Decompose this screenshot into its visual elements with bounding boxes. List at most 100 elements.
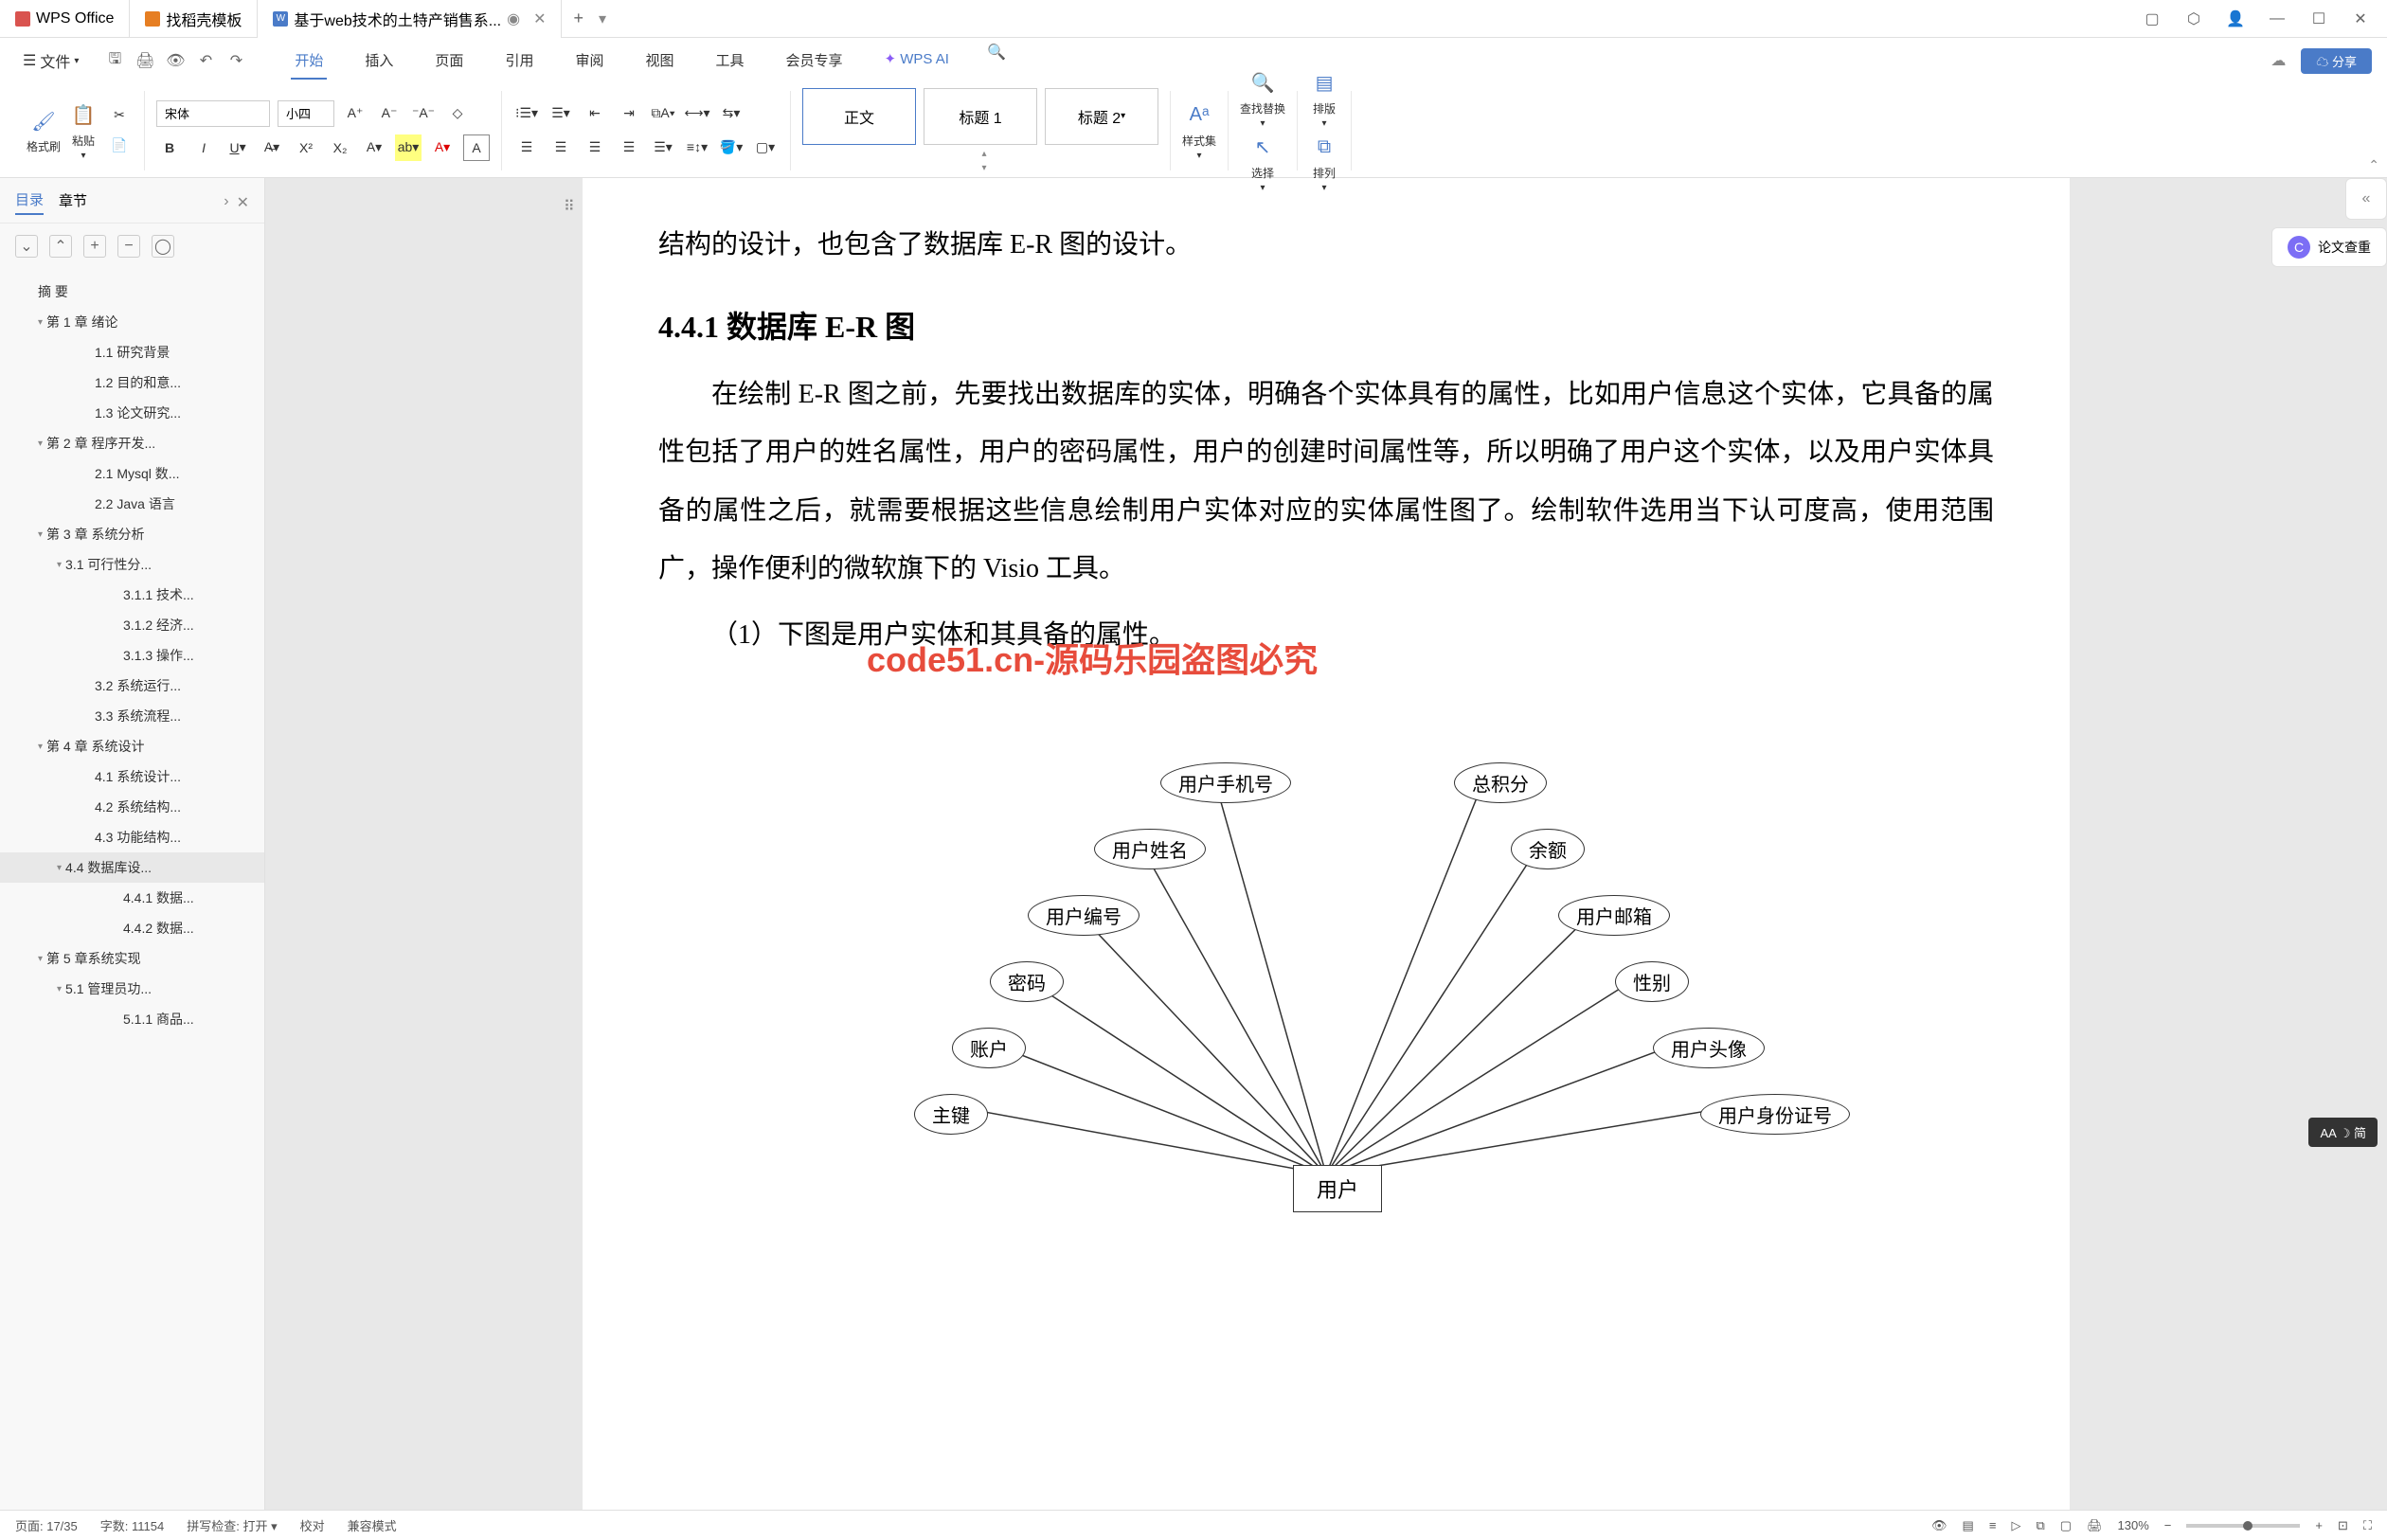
search-icon[interactable]: 🔍 bbox=[987, 43, 1006, 62]
tab-reference[interactable]: 引用 bbox=[501, 43, 537, 80]
toc-item[interactable]: ▾第 1 章 绪论 bbox=[0, 307, 264, 337]
toc-item[interactable]: ▾3.1 可行性分... bbox=[0, 549, 264, 580]
zoom-label[interactable]: 130% bbox=[2118, 1518, 2149, 1532]
bullet-list-button[interactable]: ⁝☰▾ bbox=[513, 100, 540, 127]
tab-button[interactable]: ⇆▾ bbox=[718, 100, 745, 127]
character-shading-button[interactable]: A bbox=[463, 134, 490, 161]
tool-collapse-icon[interactable]: ⌄ bbox=[15, 235, 38, 258]
toc-item[interactable]: 3.3 系统流程... bbox=[0, 701, 264, 731]
dropdown-icon[interactable]: ▾ bbox=[599, 9, 606, 28]
style-heading2[interactable]: 标题 2 ▾ bbox=[1045, 88, 1158, 145]
align-justify-button[interactable]: ☰ bbox=[616, 134, 642, 161]
tool-toggle-icon[interactable]: ◯ bbox=[152, 235, 174, 258]
nav-next-icon[interactable]: › bbox=[224, 193, 228, 212]
fit-width-icon[interactable]: ⊡ bbox=[2338, 1518, 2348, 1533]
toc-item[interactable]: 3.1.1 技术... bbox=[0, 580, 264, 610]
tab-wps-office[interactable]: WPS Office bbox=[0, 0, 130, 38]
toc-item[interactable]: 4.4.1 数据... bbox=[0, 883, 264, 913]
tool-remove-icon[interactable]: − bbox=[117, 235, 140, 258]
format-painter-button[interactable]: 🖌 格式刷 bbox=[27, 106, 61, 154]
toc-item[interactable]: ▾第 5 章系统实现 bbox=[0, 943, 264, 974]
icon-1[interactable]: ▢ bbox=[2141, 8, 2163, 30]
toc-item[interactable]: 4.4.2 数据... bbox=[0, 913, 264, 943]
proof-status[interactable]: 校对 bbox=[300, 1516, 325, 1534]
file-menu[interactable]: ☰ 文件 ▾ bbox=[15, 45, 86, 76]
align-center-button[interactable]: ☰ bbox=[547, 134, 574, 161]
view-outline-icon[interactable]: ⧉ bbox=[2036, 1518, 2044, 1533]
toc-expand-icon[interactable]: ▾ bbox=[57, 984, 62, 994]
underline-button[interactable]: U▾ bbox=[224, 134, 251, 161]
toc-item[interactable]: ▾第 4 章 系统设计 bbox=[0, 731, 264, 761]
tab-templates[interactable]: 找稻壳模板 bbox=[130, 0, 258, 38]
tab-member[interactable]: 会员专享 bbox=[782, 43, 847, 80]
ribbon-collapse-icon[interactable]: ⌃ bbox=[2368, 157, 2379, 173]
toc-item[interactable]: ▾4.4 数据库设... bbox=[0, 852, 264, 883]
toc-expand-icon[interactable]: ▾ bbox=[57, 863, 62, 873]
fullscreen-icon[interactable]: ⛶ bbox=[2363, 1518, 2372, 1533]
undo-icon[interactable]: ↶ bbox=[196, 51, 215, 70]
sidebar-close-icon[interactable]: ✕ bbox=[237, 193, 249, 212]
toc-item[interactable]: 2.1 Mysql 数... bbox=[0, 458, 264, 489]
cloud-icon[interactable]: ☁ bbox=[2270, 51, 2286, 70]
highlight-button[interactable]: ab▾ bbox=[395, 134, 422, 161]
toc-item[interactable]: ▾第 3 章 系统分析 bbox=[0, 519, 264, 549]
style-down-icon[interactable]: ▾ bbox=[982, 163, 987, 173]
style-normal[interactable]: 正文 bbox=[802, 88, 916, 145]
view-read-icon[interactable]: ≡ bbox=[1989, 1518, 1997, 1532]
style-set-button[interactable]: Aᵃ 样式集▾ bbox=[1182, 100, 1216, 161]
zoom-slider[interactable] bbox=[2186, 1524, 2300, 1528]
text-effect-button[interactable]: A▾ bbox=[361, 134, 387, 161]
select-button[interactable]: ↖ 选择▾ bbox=[1247, 133, 1278, 193]
toc-item[interactable]: 3.1.3 操作... bbox=[0, 640, 264, 671]
strikethrough-button[interactable]: A̶▾ bbox=[259, 134, 285, 161]
view-play-icon[interactable]: ▷ bbox=[2011, 1518, 2020, 1533]
font-color-button[interactable]: A▾ bbox=[429, 134, 456, 161]
close-icon[interactable]: ✕ bbox=[533, 9, 546, 28]
decrease-font-button[interactable]: A⁻ bbox=[376, 100, 403, 127]
arrange-button[interactable]: ▤ 排版▾ bbox=[1309, 68, 1339, 129]
view-page-icon[interactable]: ▤ bbox=[1963, 1518, 1974, 1533]
border-button[interactable]: ▢▾ bbox=[752, 134, 779, 161]
cut-button[interactable]: ✂ bbox=[106, 102, 133, 129]
change-case-button[interactable]: ⁻A⁻ bbox=[410, 100, 437, 127]
style-up-icon[interactable]: ▴ bbox=[982, 149, 987, 159]
toc-item[interactable]: ▾5.1 管理员功... bbox=[0, 974, 264, 1004]
toc-item[interactable]: 4.1 系统设计... bbox=[0, 761, 264, 792]
distribute-button[interactable]: ☰▾ bbox=[650, 134, 676, 161]
tab-start[interactable]: 开始 bbox=[291, 43, 327, 80]
zoom-in-button[interactable]: + bbox=[2315, 1518, 2323, 1532]
sidebar-tab-outline[interactable]: 目录 bbox=[15, 189, 44, 215]
style-heading1[interactable]: 标题 1 bbox=[924, 88, 1037, 145]
text-direction-button[interactable]: ⧉A▾ bbox=[650, 100, 676, 127]
tab-document[interactable]: W 基于web技术的土特产销售系... ◉ ✕ bbox=[258, 0, 562, 38]
tab-wps-ai[interactable]: ✦ WPS AI bbox=[881, 43, 953, 80]
number-list-button[interactable]: ☰▾ bbox=[547, 100, 574, 127]
toc-expand-icon[interactable]: ▾ bbox=[38, 317, 43, 328]
print-icon[interactable]: 🖨 bbox=[135, 51, 154, 70]
toc-item[interactable]: 1.1 研究背景 bbox=[0, 337, 264, 367]
paste-button[interactable]: 📋 粘贴▾ bbox=[68, 100, 99, 161]
tab-page[interactable]: 页面 bbox=[431, 43, 467, 80]
toc-expand-icon[interactable]: ▾ bbox=[57, 560, 62, 570]
decrease-indent-button[interactable]: ⇤ bbox=[582, 100, 608, 127]
tab-tools[interactable]: 工具 bbox=[711, 43, 747, 80]
increase-indent-button[interactable]: ⇥ bbox=[616, 100, 642, 127]
document-area[interactable]: ⠿ 结构的设计，也包含了数据库 E-R 图的设计。 4.4.1 数据库 E-R … bbox=[265, 178, 2387, 1510]
toc-item[interactable]: 1.3 论文研究... bbox=[0, 398, 264, 428]
view-print-icon[interactable]: 🖨 bbox=[2087, 1518, 2103, 1533]
sidebar-tab-chapters[interactable]: 章节 bbox=[59, 190, 87, 214]
toc-item[interactable]: 4.2 系统结构... bbox=[0, 792, 264, 822]
toc-item[interactable]: 3.2 系统运行... bbox=[0, 671, 264, 701]
view-eye-icon[interactable]: 👁 bbox=[1931, 1518, 1947, 1533]
align-left-button[interactable]: ☰ bbox=[513, 134, 540, 161]
icon-2[interactable]: ⬡ bbox=[2182, 8, 2205, 30]
toc-expand-icon[interactable]: ▾ bbox=[38, 529, 43, 540]
bold-button[interactable]: B bbox=[156, 134, 183, 161]
tab-insert[interactable]: 插入 bbox=[361, 43, 397, 80]
shading-button[interactable]: 🪣▾ bbox=[718, 134, 745, 161]
find-replace-button[interactable]: 🔍 查找替换▾ bbox=[1240, 68, 1285, 129]
redo-icon[interactable]: ↷ bbox=[226, 51, 245, 70]
font-name-select[interactable] bbox=[156, 100, 270, 127]
align-right-button[interactable]: ☰ bbox=[582, 134, 608, 161]
tab-review[interactable]: 审阅 bbox=[571, 43, 607, 80]
